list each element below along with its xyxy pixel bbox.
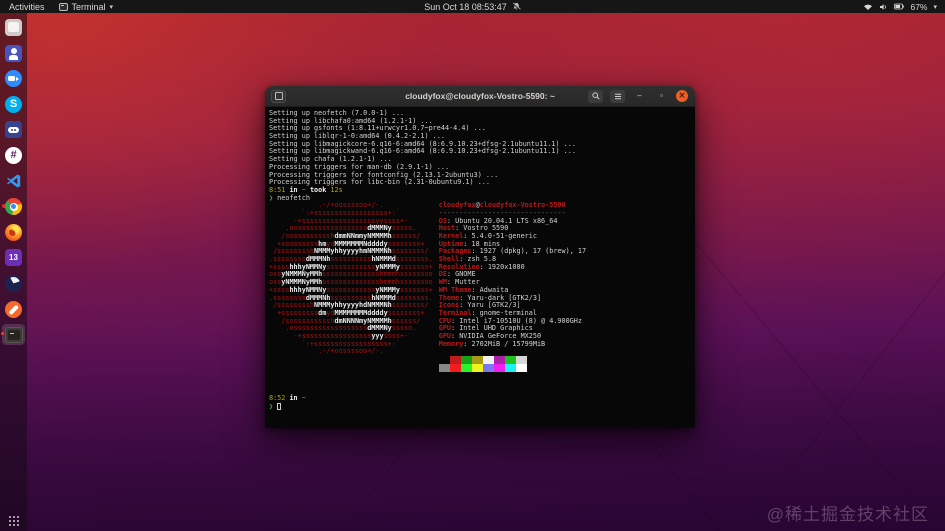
maximize-button[interactable]: ▫	[654, 90, 669, 103]
dock-item-vscode[interactable]	[2, 171, 25, 192]
menu-button[interactable]	[610, 89, 625, 103]
moon-app-icon	[5, 274, 22, 292]
search-icon	[591, 92, 600, 100]
top-bar: Activities Terminal ▾ Sun Oct 18 08:53:4…	[0, 0, 945, 13]
notification-bell-muted-icon	[512, 2, 521, 11]
window-titlebar[interactable]: cloudyfox@cloudyfox-Vostro-5590: ~ – ▫ ✕	[265, 86, 695, 107]
palette-color-block	[504, 356, 516, 364]
focused-app-label: Terminal	[71, 1, 106, 12]
neofetch-info-line: Memory: 2702MiB / 15799MiB	[438, 339, 546, 348]
neofetch-info: cloudyfox@cloudyfox-Vostro-5590 ---------…	[438, 201, 586, 372]
teams-app-icon	[5, 44, 22, 62]
close-button[interactable]: ✕	[676, 90, 688, 102]
zoom-app-icon	[5, 70, 22, 88]
dock-item-slack[interactable]: #	[2, 145, 25, 166]
dock-item-moon-app[interactable]	[2, 273, 25, 294]
running-indicator-dot	[1, 332, 4, 336]
dock-item-terminal[interactable]	[1, 324, 25, 346]
clock[interactable]: Sun Oct 18 08:53:47	[424, 2, 507, 12]
palette-color-block	[493, 356, 505, 364]
orange-app-icon	[5, 300, 22, 318]
firefox-app-icon	[5, 223, 22, 241]
files-app-icon	[5, 19, 22, 36]
chevron-down-icon: ▾	[109, 3, 114, 11]
new-tab-button[interactable]	[271, 89, 286, 103]
dock-item-teams[interactable]	[2, 43, 25, 64]
palette-color-block	[438, 364, 450, 372]
hamburger-menu-icon	[614, 93, 621, 99]
neofetch-ascii-art: .-/+oossssoo+/-. `:+ssssssssssssssssss+:…	[269, 201, 433, 372]
ascii-art-line: .-/+oossssoo+/-.	[269, 347, 384, 356]
palette-color-block	[493, 364, 505, 372]
dock-item-zoom[interactable]	[2, 68, 25, 89]
discord-app-icon	[5, 121, 22, 139]
palette-color-block	[482, 364, 494, 372]
dock-item-files[interactable]	[2, 17, 25, 38]
palette-color-block	[471, 364, 483, 372]
dock-item-purple-app[interactable]: 13	[2, 247, 25, 268]
palette-color-block	[482, 356, 494, 364]
terminal-line: ❯	[269, 402, 695, 411]
dock: S # 13	[0, 13, 27, 531]
dock-item-firefox[interactable]	[2, 222, 25, 243]
terminal-icon	[58, 2, 68, 11]
slack-app-icon: #	[5, 146, 22, 164]
dock-item-orange-app[interactable]	[2, 299, 25, 320]
terminal-content[interactable]: Setting up neofetch (7.0.0-1) ... Setting…	[265, 107, 695, 428]
volume-icon	[879, 3, 888, 11]
palette-color-block	[449, 364, 461, 372]
terminal-color-palette	[438, 356, 586, 364]
system-indicators[interactable]: 67% ▾	[863, 2, 945, 12]
chrome-app-icon	[5, 198, 22, 216]
palette-color-block	[471, 356, 483, 364]
chevron-down-icon: ▾	[933, 3, 937, 11]
palette-color-block	[504, 364, 516, 372]
palette-color-block	[460, 356, 472, 364]
dock-item-chrome[interactable]	[2, 196, 25, 217]
palette-color-block	[460, 364, 472, 372]
wifi-icon	[863, 3, 873, 11]
terminal-app-icon	[4, 326, 23, 343]
terminal-color-palette	[438, 364, 586, 372]
show-applications-icon	[8, 516, 11, 518]
skype-app-icon: S	[5, 95, 22, 113]
minimize-button[interactable]: –	[632, 90, 647, 103]
dock-item-discord[interactable]	[2, 119, 25, 140]
show-applications-button[interactable]	[8, 515, 20, 527]
search-button[interactable]	[588, 89, 603, 103]
neofetch-output: .-/+oossssoo+/-. `:+ssssssssssssssssss+:…	[269, 201, 695, 372]
palette-color-block	[438, 356, 450, 364]
terminal-line: 8:52 in ~	[269, 394, 306, 403]
vscode-app-icon	[6, 174, 20, 188]
palette-color-block	[515, 364, 527, 372]
focused-app-menu[interactable]: Terminal ▾	[58, 1, 114, 12]
palette-color-block	[515, 356, 527, 364]
terminal-line: 8:51 in ~ took 12s	[269, 185, 343, 194]
battery-percentage: 67%	[910, 1, 928, 12]
dock-item-skype[interactable]: S	[2, 94, 25, 115]
purple-app-icon: 13	[5, 249, 22, 267]
palette-color-block	[449, 356, 461, 364]
activities-button[interactable]: Activities	[9, 2, 45, 12]
watermark-text: @稀土掘金技术社区	[766, 505, 929, 524]
terminal-window: cloudyfox@cloudyfox-Vostro-5590: ~ – ▫ ✕…	[265, 86, 695, 428]
battery-icon	[894, 3, 905, 10]
